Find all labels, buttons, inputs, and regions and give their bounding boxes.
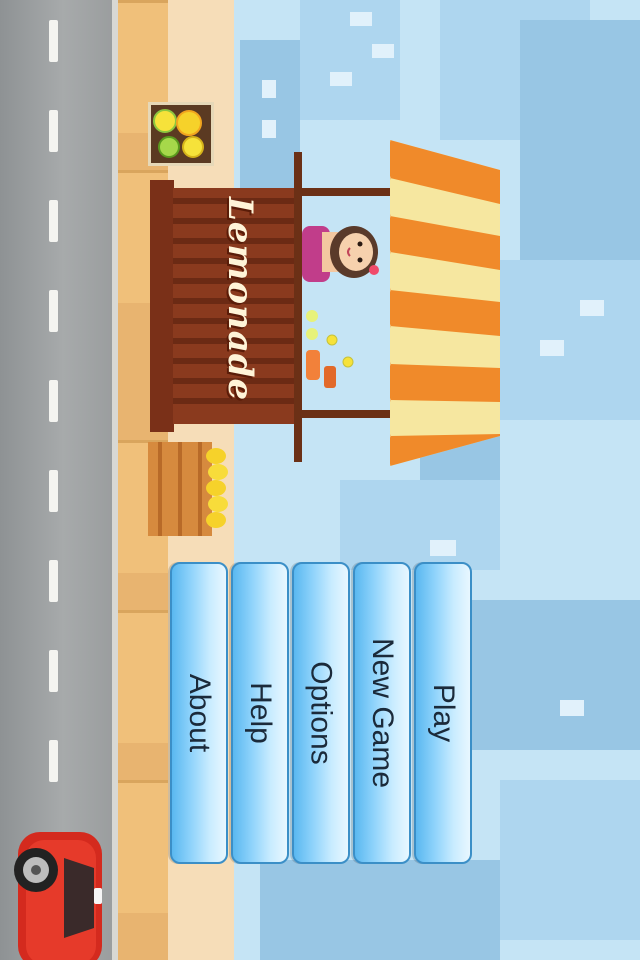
- options-button[interactable]: Options: [292, 562, 350, 864]
- lane-marking: [49, 290, 58, 332]
- lane-marking: [49, 740, 58, 782]
- sidewalk-tile: [118, 780, 168, 913]
- help-button-label: Help: [244, 682, 278, 744]
- vendor-character: [302, 226, 379, 282]
- building-window: [430, 540, 456, 556]
- lemon-crate: [148, 442, 212, 536]
- stall-pole: [300, 188, 396, 196]
- lane-marking: [49, 470, 58, 512]
- lane-marking: [49, 560, 58, 602]
- lane-marking: [49, 110, 58, 152]
- skyline-building: [340, 480, 500, 570]
- lane-marking: [49, 650, 58, 692]
- building-window: [540, 340, 564, 356]
- lemons-pile: [206, 448, 228, 528]
- stall-pole: [300, 410, 396, 418]
- stall-awning: [390, 140, 500, 466]
- lemon-slices-icon: [153, 109, 204, 158]
- help-button[interactable]: Help: [231, 562, 289, 864]
- sidewalk-tile: [118, 610, 168, 743]
- building-window: [350, 12, 372, 26]
- about-button-label: About: [183, 673, 216, 753]
- game-scene: Lemonade Play New Game Options Help Abou…: [0, 0, 640, 960]
- skyline-building: [470, 600, 640, 750]
- new-game-button[interactable]: New Game: [353, 562, 411, 864]
- stall-sign: Lemonade: [200, 197, 280, 401]
- skyline-building: [260, 860, 500, 960]
- red-car: [14, 832, 102, 960]
- lemon-sign-board: [148, 102, 214, 166]
- skyline-building: [500, 260, 640, 420]
- skyline-building: [520, 20, 640, 260]
- lane-marking: [49, 380, 58, 422]
- lemonade-jars: [306, 310, 354, 388]
- building-window: [580, 300, 604, 316]
- new-game-button-label: New Game: [366, 637, 400, 789]
- stall-counter-top: [150, 180, 174, 432]
- building-window: [560, 700, 584, 716]
- stall-sign-text: Lemonade: [220, 196, 261, 402]
- play-button[interactable]: Play: [414, 562, 472, 864]
- lane-marking: [49, 20, 58, 62]
- options-button-label: Options: [305, 661, 339, 765]
- building-window: [262, 80, 276, 98]
- building-window: [262, 120, 276, 138]
- building-window: [330, 72, 352, 86]
- skyline-building: [500, 780, 640, 940]
- building-window: [372, 44, 394, 58]
- play-button-label: Play: [427, 683, 461, 743]
- lane-marking: [49, 200, 58, 242]
- about-button[interactable]: About: [170, 562, 228, 864]
